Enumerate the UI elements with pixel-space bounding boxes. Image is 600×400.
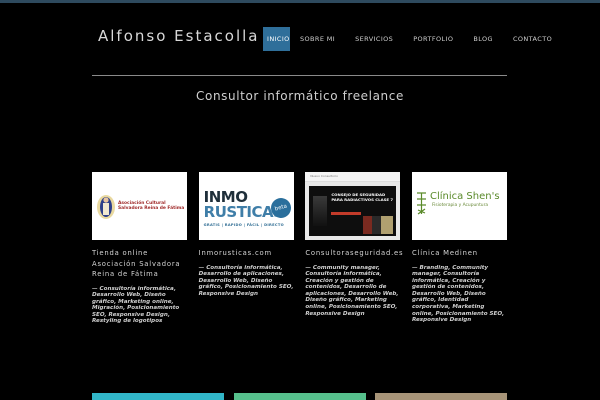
portfolio-thumbnail[interactable]: Nuevo Consultorio CONSEJO DE SEGURIDAD P… [305,172,401,240]
page-tagline: Consultor informático freelance [196,89,404,103]
portfolio-card: Asociación Cultural Salvadora Reina de F… [92,172,187,325]
header-divider [92,75,507,76]
card-title[interactable]: Tienda online Asociación Salvadora Reina… [92,248,187,280]
thumbnail-org-name: Asociación Cultural Salvadora Reina de F… [118,201,185,212]
portfolio-thumbnail[interactable]: Asociación Cultural Salvadora Reina de F… [92,172,187,240]
card-title[interactable]: Clínica Medinen [412,248,507,259]
nav-item-inicio[interactable]: INICIO [263,27,290,51]
thumbnail-header-text: Nuevo Consultorio [310,174,338,178]
thumbnail-clinic-name: Clínica Shen's [429,191,500,202]
nav-item-servicios[interactable]: SERVICIOS [345,27,403,51]
portfolio-card: Clínica Shen's Fisioterapia y Acupuntura… [411,172,507,325]
thumbnail-header: Nuevo Consultorio [305,172,401,182]
chinese-character-icon [416,192,426,215]
religious-emblem-icon [97,195,115,219]
portfolio-thumbnail[interactable]: Clínica Shen's Fisioterapia y Acupuntura [411,172,507,240]
nav-item-blog[interactable]: BLOG [463,27,503,51]
thumbnail-hero: CONSEJO DE SEGURIDAD PARA RADIACTIVOS CL… [309,186,397,236]
nav-item-contacto[interactable]: CONTACTO [503,27,562,51]
thumbnail-accent-bar [331,212,362,215]
thumbnail-clinic-sub: Fisioterapia y Acupuntura [431,203,489,208]
nav-item-sobre-mi[interactable]: SOBRE MI [290,27,345,51]
top-accent-strip [0,0,600,3]
bottom-block-1 [92,393,224,400]
portfolio-card: INMO RUSTICAS beta GRATIS | RAPIDO | FÁC… [198,172,294,325]
card-title[interactable]: Inmorusticas.com [199,248,294,259]
card-description: — Consultoría informática, Desarrollo We… [92,285,180,325]
bottom-block-2 [234,393,366,400]
main-nav: INICIO SOBRE MI SERVICIOS PORTFOLIO BLOG… [263,27,562,51]
lamp-icon [313,196,328,226]
portfolio-card: Nuevo Consultorio CONSEJO DE SEGURIDAD P… [305,172,403,325]
nav-item-portfolio[interactable]: PORTFOLIO [403,27,463,51]
bottom-block-3 [375,393,507,400]
card-title[interactable]: Consultoraseguridad.es [305,248,402,259]
portfolio-grid: Asociación Cultural Salvadora Reina de F… [92,172,507,325]
thumbnail-subline: GRATIS | RAPIDO | FÁCIL | DIRECTO [203,223,284,227]
books-icon [363,216,394,234]
card-description: — Consultoría informática, Desarrollo de… [198,264,294,297]
card-description: — Community manager, Consultoría informá… [305,264,399,317]
portfolio-thumbnail[interactable]: INMO RUSTICAS beta GRATIS | RAPIDO | FÁC… [198,172,294,240]
card-description: — Branding, Community manager, Consultor… [411,264,505,324]
thumbnail-headline: CONSEJO DE SEGURIDAD PARA RADIACTIVOS CL… [331,192,394,202]
site-logo[interactable]: Alfonso Estacolla [98,27,259,45]
